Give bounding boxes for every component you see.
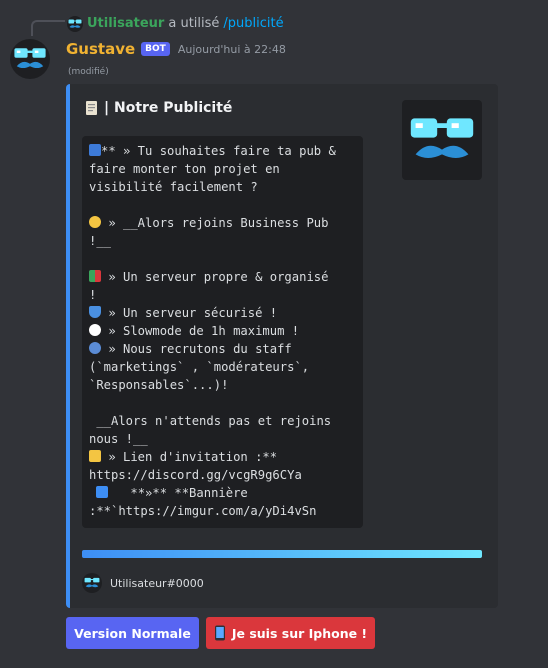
reply-context: Utilisateur a utilisé /publicité — [67, 16, 284, 32]
code-line: __Alors n'attends pas et rejoins — [89, 414, 332, 428]
footer-icon — [82, 573, 102, 593]
author-avatar[interactable] — [10, 39, 50, 79]
alarm-clock-icon — [89, 324, 101, 336]
message-header: Gustave BOT Aujourd'hui à 22:48 — [66, 40, 286, 58]
code-line: ** » Tu souhaites faire ta pub & — [89, 142, 356, 160]
glasses-mustache-icon — [14, 48, 46, 68]
embed-codeblock: ** » Tu souhaites faire ta pub & faire m… — [82, 136, 363, 528]
code-line: (`marketings` , `modérateurs`, — [89, 360, 310, 374]
code-line: » Un serveur propre & organisé — [89, 268, 356, 286]
reply-connector — [31, 20, 65, 36]
iphone-button[interactable]: Je suis sur Iphone ! — [206, 617, 375, 649]
code-line: » Slowmode de 1h maximum ! — [89, 322, 356, 340]
code-line[interactable]: https://discord.gg/vcgR9g6CYa — [89, 466, 356, 484]
code-line: » Nous recrutons du staff — [89, 340, 356, 358]
embed-thumbnail[interactable] — [402, 100, 482, 180]
phone-icon — [214, 625, 225, 641]
shield-icon — [89, 306, 101, 318]
code-line: faire monter ton projet en — [89, 162, 280, 176]
embed-footer: Utilisateur#0000 — [82, 573, 204, 593]
reply-username[interactable]: Utilisateur — [87, 16, 164, 32]
mailbox-icon — [89, 144, 101, 156]
code-line: » Lien d'invitation :** — [89, 448, 356, 466]
version-normale-label: Version Normale — [74, 625, 191, 641]
bot-badge: BOT — [141, 42, 170, 56]
iphone-label: Je suis sur Iphone ! — [231, 625, 368, 641]
embed-banner-image[interactable] — [82, 550, 482, 558]
police-officer-icon — [89, 342, 101, 354]
code-line: » Un serveur sécurisé ! — [89, 304, 356, 322]
code-line: » __Alors rejoins Business Pub — [89, 214, 356, 232]
footer-text: Utilisateur#0000 — [110, 576, 204, 590]
glasses-mustache-icon — [68, 19, 82, 28]
code-line[interactable]: :**`https://imgur.com/a/yDi4vSn — [89, 502, 356, 520]
picture-icon — [96, 486, 109, 498]
code-line: nous !__ — [89, 432, 148, 446]
glasses-mustache-icon — [84, 577, 100, 588]
embed-card: | Notre Publicité ** » Tu souhaites fair… — [66, 84, 498, 608]
code-line: !__ — [89, 234, 112, 248]
ticket-icon — [89, 450, 101, 462]
code-line: `Responsables`...)! — [89, 378, 229, 392]
scroll-icon — [86, 101, 97, 115]
code-line: ! — [89, 288, 97, 302]
message-timestamp: Aujourd'hui à 22:48 — [177, 42, 286, 56]
author-name[interactable]: Gustave — [66, 40, 135, 58]
embed-title-text: | Notre Publicité — [104, 100, 233, 116]
code-line: visibilité facilement ? — [89, 180, 258, 194]
edited-label: (modifié) — [68, 67, 109, 77]
version-normale-button[interactable]: Version Normale — [66, 617, 199, 649]
embed-title: | Notre Publicité — [84, 100, 232, 116]
reply-command[interactable]: /publicité — [223, 16, 283, 32]
reply-used-text: a utilisé — [168, 16, 220, 31]
code-line: **»** **Bannière — [89, 484, 356, 502]
books-icon — [89, 270, 101, 282]
pointing-hand-icon — [89, 216, 101, 228]
glasses-mustache-logo — [410, 118, 474, 158]
reply-avatar[interactable] — [67, 16, 83, 32]
